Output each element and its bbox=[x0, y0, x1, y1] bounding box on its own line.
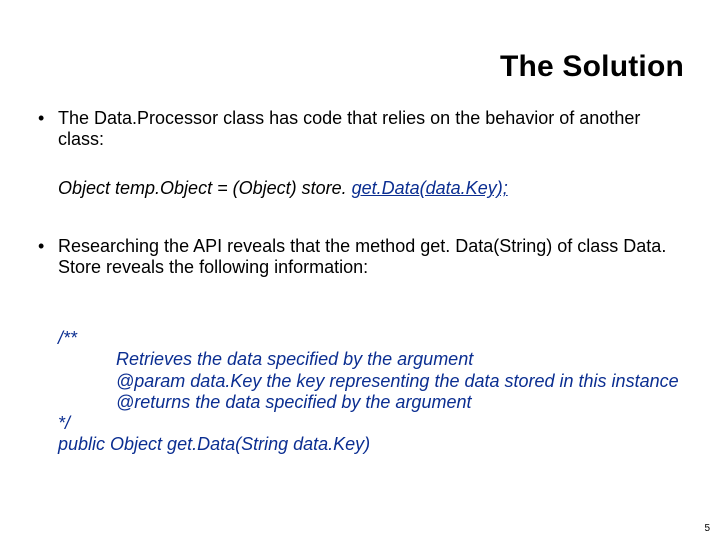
javadoc-open: /** bbox=[58, 328, 77, 348]
spacer bbox=[58, 206, 688, 230]
javadoc-block: /** Retrieves the data specified by the … bbox=[32, 328, 688, 455]
bullet-2-text: Researching the API reveals that the met… bbox=[58, 236, 666, 277]
javadoc-line-2: @param data.Key the key representing the… bbox=[58, 371, 688, 392]
bullet-item-2: Researching the API reveals that the met… bbox=[32, 236, 688, 278]
bullet-list: The Data.Processor class has code that r… bbox=[32, 108, 688, 456]
bullet-1-text: The Data.Processor class has code that r… bbox=[58, 108, 640, 149]
code-line-1-pre: Object temp.Object = (Object) store. bbox=[58, 178, 352, 198]
javadoc-close: */ bbox=[58, 413, 70, 433]
code-line-1-link: get.Data(data.Key); bbox=[352, 178, 508, 198]
spacer bbox=[58, 286, 688, 322]
javadoc-line-3: @returns the data specified by the argum… bbox=[58, 392, 688, 413]
javadoc-signature: public Object get.Data(String data.Key) bbox=[58, 434, 370, 454]
javadoc-line-1: Retrieves the data specified by the argu… bbox=[58, 349, 688, 370]
bullet-item-1: The Data.Processor class has code that r… bbox=[32, 108, 688, 150]
code-line-1: Object temp.Object = (Object) store. get… bbox=[32, 178, 688, 199]
page-number: 5 bbox=[704, 523, 710, 534]
spacer bbox=[58, 158, 688, 172]
slide-content: The Data.Processor class has code that r… bbox=[0, 102, 720, 456]
slide: The Solution The Data.Processor class ha… bbox=[0, 0, 720, 540]
slide-title: The Solution bbox=[0, 0, 720, 102]
